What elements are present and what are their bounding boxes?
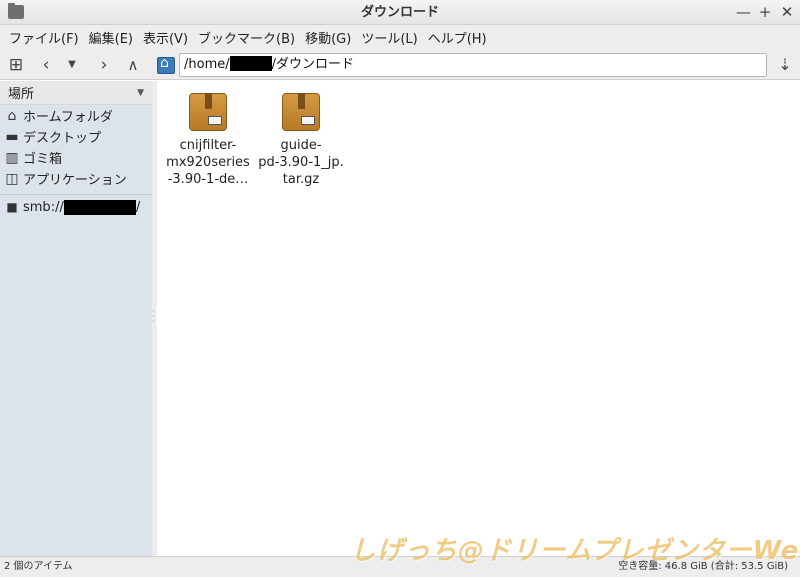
applications-icon: ◫ bbox=[5, 170, 19, 187]
window-controls: — + ✕ bbox=[736, 0, 794, 25]
sidebar-item-home[interactable]: ⌂ ホームフォルダ bbox=[0, 105, 152, 126]
file-name-line: pd-3.90-1_jp. bbox=[258, 155, 344, 170]
item-count: 2 個のアイテム bbox=[4, 561, 73, 572]
file-name-line: guide- bbox=[280, 138, 322, 153]
menu-file[interactable]: ファイル(F) bbox=[4, 28, 84, 47]
history-dropdown-icon[interactable]: ▼ bbox=[60, 53, 84, 77]
menu-help[interactable]: ヘルプ(H) bbox=[423, 28, 492, 47]
file-item[interactable]: cnijfilter- mx920series -3.90-1-de… bbox=[162, 81, 254, 188]
file-name: cnijfilter- mx920series -3.90-1-de… bbox=[162, 137, 254, 188]
home-icon: ⌂ bbox=[7, 107, 17, 124]
splitter-grip-icon: · · · bbox=[152, 307, 155, 326]
up-icon[interactable]: ∧ bbox=[121, 53, 145, 77]
network-prefix: smb:// bbox=[23, 199, 64, 215]
minimize-button[interactable]: — bbox=[736, 0, 751, 25]
desktop-icon: ▬ bbox=[5, 128, 19, 145]
redacted-host bbox=[63, 199, 136, 215]
home-folder-icon[interactable] bbox=[157, 55, 175, 74]
sidebar-item-applications[interactable]: ◫ アプリケーション bbox=[0, 168, 152, 189]
title-bar: ダウンロード — + ✕ bbox=[0, 0, 800, 25]
chevron-down-icon[interactable]: ▼ bbox=[137, 88, 144, 98]
redacted-username bbox=[229, 56, 272, 71]
places-header[interactable]: 場所 ▼ bbox=[0, 81, 152, 105]
menu-bookmarks[interactable]: ブックマーク(B) bbox=[193, 28, 300, 47]
toolbar: ⊞ ‹ ▼ › ∧ /home/ /ダウンロード ⇣ bbox=[0, 50, 800, 80]
back-icon[interactable]: ‹ bbox=[34, 53, 58, 77]
sidebar-item-trash[interactable]: ▥ ゴミ箱 bbox=[0, 147, 152, 168]
file-item[interactable]: guide- pd-3.90-1_jp. tar.gz bbox=[255, 81, 347, 188]
folder-app-icon bbox=[8, 3, 24, 19]
close-button[interactable]: ✕ bbox=[780, 0, 794, 25]
watermark: しげっち@ドリームプレゼンターWeb bbox=[350, 536, 800, 566]
path-prefix: /home/ bbox=[184, 57, 230, 72]
sidebar-item-desktop[interactable]: ▬ デスクトップ bbox=[0, 126, 152, 147]
file-name-line: -3.90-1-de… bbox=[167, 172, 249, 187]
sidebar: 場所 ▼ ⌂ ホームフォルダ ▬ デスクトップ ▥ ゴミ箱 ◫ アプリケーション… bbox=[0, 81, 152, 556]
window-title: ダウンロード bbox=[360, 5, 439, 20]
sidebar-item-label: デスクトップ bbox=[23, 131, 102, 146]
go-icon[interactable]: ⇣ bbox=[775, 53, 795, 77]
file-name-line: mx920series bbox=[166, 155, 250, 170]
menu-tools[interactable]: ツール(L) bbox=[356, 28, 422, 47]
file-view[interactable]: cnijfilter- mx920series -3.90-1-de… guid… bbox=[157, 81, 800, 556]
places-list: ⌂ ホームフォルダ ▬ デスクトップ ▥ ゴミ箱 ◫ アプリケーション ■ sm… bbox=[0, 105, 152, 219]
menu-edit[interactable]: 編集(E) bbox=[84, 28, 138, 47]
sidebar-empty-area bbox=[0, 217, 152, 556]
sidebar-item-label: ゴミ箱 bbox=[23, 152, 63, 167]
path-suffix: /ダウンロード bbox=[271, 57, 355, 72]
sidebar-item-label: アプリケーション bbox=[23, 173, 127, 188]
path-input[interactable]: /home/ /ダウンロード bbox=[179, 53, 767, 77]
menu-go[interactable]: 移動(G) bbox=[300, 28, 356, 47]
forward-icon[interactable]: › bbox=[92, 53, 116, 77]
places-label: 場所 bbox=[8, 87, 35, 102]
file-name-line: cnijfilter- bbox=[179, 138, 237, 153]
maximize-button[interactable]: + bbox=[758, 0, 772, 25]
trash-icon: ▥ bbox=[5, 149, 19, 166]
sidebar-item-network[interactable]: ■ smb:// / bbox=[0, 195, 152, 219]
network-suffix: / bbox=[135, 199, 141, 215]
new-tab-icon[interactable]: ⊞ bbox=[4, 53, 28, 77]
package-icon bbox=[282, 93, 320, 131]
menu-view[interactable]: 表示(V) bbox=[138, 28, 193, 47]
file-name: guide- pd-3.90-1_jp. tar.gz bbox=[255, 137, 347, 188]
sidebar-item-label: ホームフォルダ bbox=[23, 110, 113, 125]
file-name-line: tar.gz bbox=[282, 172, 320, 187]
network-folder-icon: ■ bbox=[6, 200, 18, 214]
package-icon bbox=[189, 93, 227, 131]
menu-bar: ファイル(F) 編集(E) 表示(V) ブックマーク(B) 移動(G) ツール(… bbox=[0, 25, 800, 50]
